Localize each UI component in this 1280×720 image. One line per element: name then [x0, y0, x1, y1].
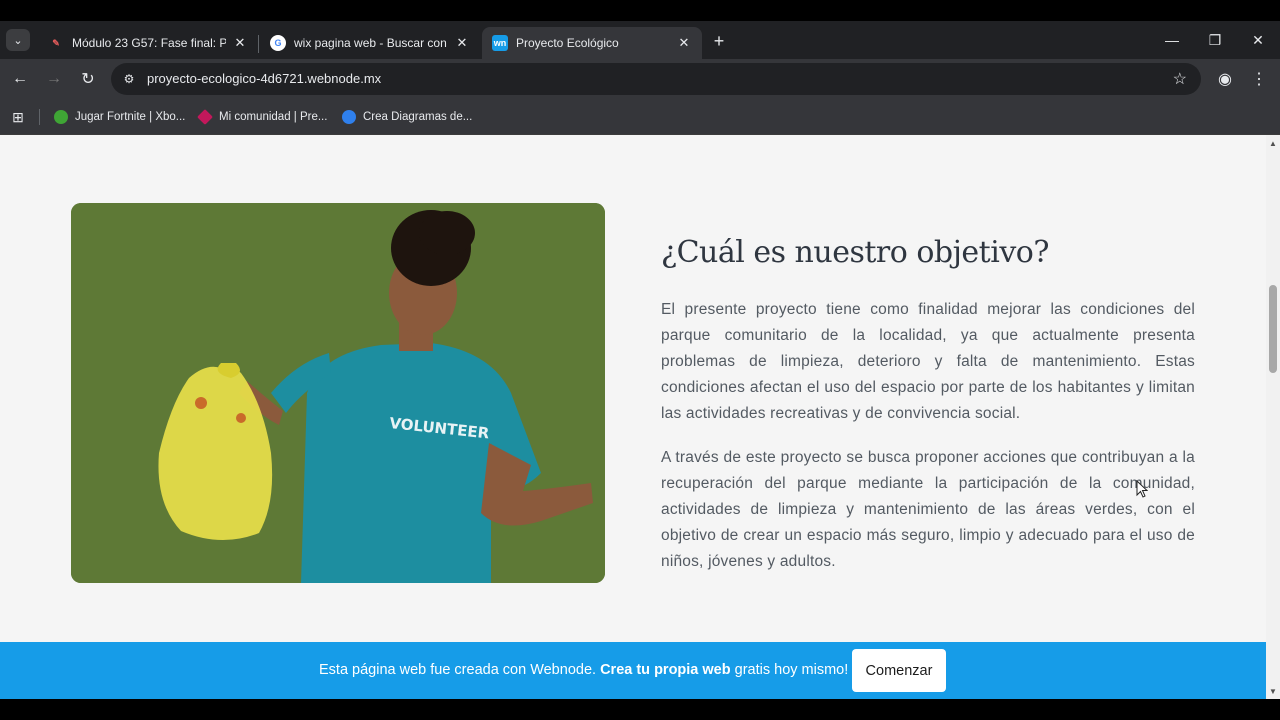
apps-grid-icon[interactable]: ⊞ — [10, 109, 26, 125]
screen: ⌄ ✎ Módulo 23 G57: Fase final: Pres ✕ G … — [0, 0, 1280, 720]
new-tab-icon[interactable]: + — [708, 30, 730, 52]
reload-icon[interactable]: ↻ — [76, 67, 100, 91]
menu-icon[interactable]: ⋮ — [1247, 67, 1271, 91]
webnode-icon: wn — [492, 35, 508, 51]
bookmark-label: Crea Diagramas de... — [363, 111, 473, 123]
bookmark-label: Mi comunidad | Pre... — [219, 111, 328, 123]
comenzar-button[interactable]: Comenzar — [852, 649, 946, 692]
google-icon: G — [270, 35, 286, 51]
banner-text: Esta página web fue creada con Webnode. … — [319, 662, 848, 678]
volunteer-photo: VOLUNTEER — [71, 203, 605, 583]
profile-icon[interactable]: ◉ — [1213, 67, 1237, 91]
mouse-cursor-icon — [1136, 480, 1148, 498]
forward-icon[interactable]: → — [42, 67, 66, 91]
restore-icon[interactable]: ❐ — [1203, 29, 1227, 51]
close-tab-icon[interactable]: ✕ — [454, 35, 470, 51]
bookmark-diagramas[interactable]: Crea Diagramas de... — [342, 108, 472, 126]
close-tab-icon[interactable]: ✕ — [232, 35, 248, 51]
banner-text-bold: Crea tu propia web — [600, 662, 731, 678]
diagram-icon — [342, 110, 356, 124]
tab-search-icon[interactable]: ⌄ — [6, 29, 30, 51]
banner-text-suffix: gratis hoy mismo! — [730, 662, 849, 678]
xbox-icon — [54, 110, 68, 124]
tab-title: Proyecto Ecológico — [516, 36, 619, 50]
scrollbar-thumb[interactable] — [1269, 285, 1277, 373]
back-icon[interactable]: ← — [8, 67, 32, 91]
section-heading: ¿Cuál es nuestro objetivo? — [661, 235, 1049, 270]
tab-strip: ⌄ ✎ Módulo 23 G57: Fase final: Pres ✕ G … — [0, 21, 1280, 59]
url-text: proyecto-ecologico-4d6721.webnode.mx — [147, 71, 382, 86]
tab-title: Módulo 23 G57: Fase final: Pres — [72, 36, 226, 50]
browser-chrome: ⌄ ✎ Módulo 23 G57: Fase final: Pres ✕ G … — [0, 21, 1280, 135]
banner-text-prefix: Esta página web fue creada con Webnode. — [319, 662, 601, 678]
community-icon — [197, 109, 213, 125]
tab-modulo[interactable]: ✎ Módulo 23 G57: Fase final: Pres ✕ — [38, 27, 258, 59]
bookmarks-bar: ⊞ Jugar Fortnite | Xbo... Mi comunidad |… — [0, 99, 1280, 135]
webnode-banner: Esta página web fue creada con Webnode. … — [0, 642, 1266, 699]
bookmark-fortnite[interactable]: Jugar Fortnite | Xbo... — [54, 108, 185, 126]
minimize-icon[interactable]: — — [1160, 29, 1184, 51]
tab-google-search[interactable]: G wix pagina web - Buscar con Go ✕ — [260, 27, 480, 59]
toolbar: ← → ↻ ⚙ proyecto-ecologico-4d6721.webnod… — [0, 59, 1280, 99]
scroll-up-icon[interactable]: ▲ — [1266, 136, 1280, 150]
tab-title: wix pagina web - Buscar con Go — [294, 36, 448, 50]
tab-proyecto-ecologico[interactable]: wn Proyecto Ecológico ✕ — [482, 27, 702, 59]
close-window-icon[interactable]: ✕ — [1246, 29, 1270, 51]
volunteer-illustration: VOLUNTEER — [71, 203, 605, 583]
tab-separator — [258, 35, 259, 53]
paragraph-1: El presente proyecto tiene como finalida… — [661, 301, 1195, 422]
paragraph-2: A través de este proyecto se busca propo… — [661, 449, 1195, 570]
bookmark-star-icon[interactable]: ☆ — [1173, 69, 1187, 89]
address-bar[interactable]: ⚙ proyecto-ecologico-4d6721.webnode.mx ☆ — [111, 63, 1201, 95]
bookmarks-separator — [39, 109, 40, 125]
page-scrollbar[interactable]: ▲ ▼ — [1266, 135, 1280, 699]
module-icon: ✎ — [52, 37, 60, 48]
scroll-down-icon[interactable]: ▼ — [1266, 684, 1280, 698]
bookmark-label: Jugar Fortnite | Xbo... — [75, 111, 186, 123]
close-tab-icon[interactable]: ✕ — [676, 35, 692, 51]
site-info-icon[interactable]: ⚙ — [121, 71, 137, 87]
web-page: VOLUNTEER ¿Cuál es nuestro objetivo? El … — [0, 135, 1266, 699]
bookmark-comunidad[interactable]: Mi comunidad | Pre... — [197, 108, 328, 126]
